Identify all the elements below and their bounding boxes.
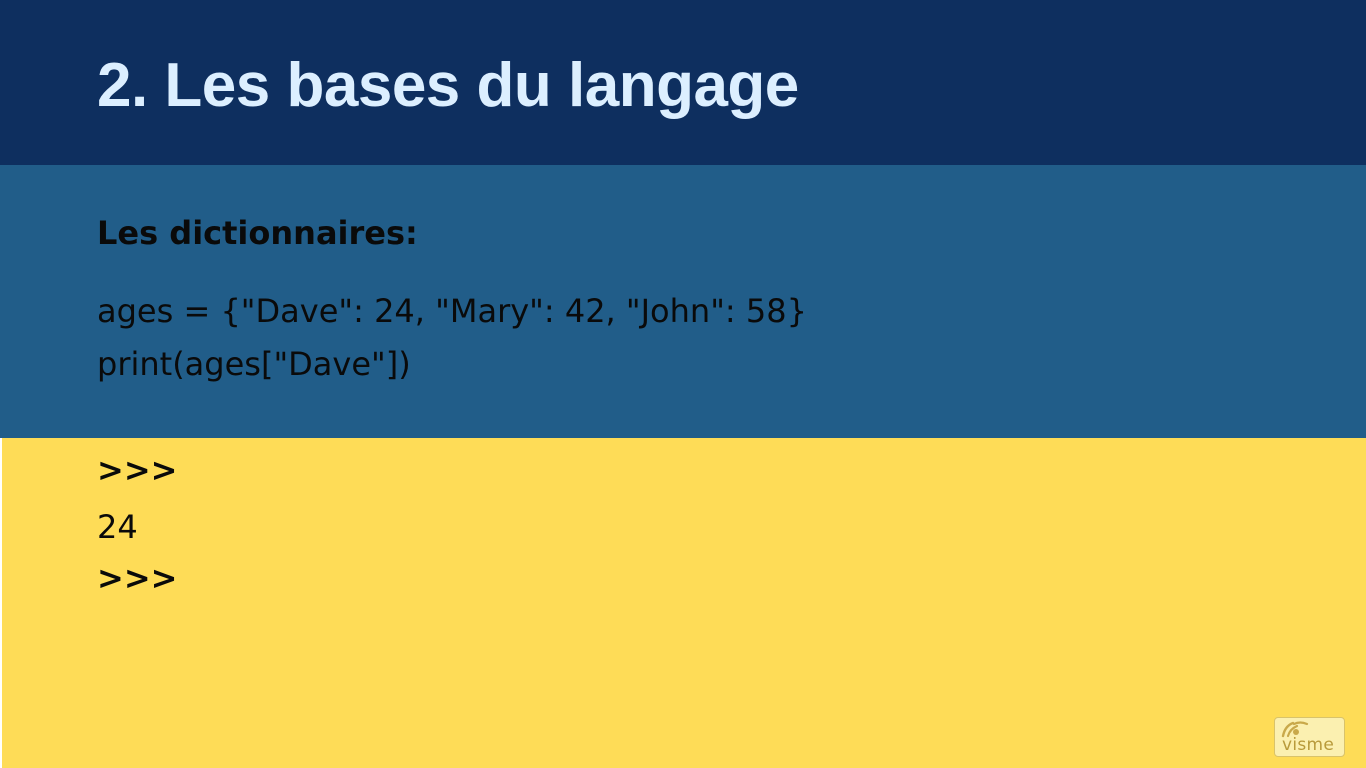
- code-line-print: print(ages["Dave"]): [97, 345, 411, 383]
- watermark-label: visme: [1282, 735, 1335, 755]
- output-result: 24: [97, 508, 138, 546]
- slide-title: 2. Les bases du langage: [97, 51, 799, 120]
- section-subtitle: Les dictionnaires:: [97, 214, 418, 252]
- output-prompt-1: >>>: [97, 451, 178, 489]
- output-prompt-2: >>>: [97, 559, 178, 597]
- visme-watermark[interactable]: visme: [1274, 717, 1345, 757]
- slide-header: 2. Les bases du langage: [0, 0, 1366, 165]
- code-line-dict: ages = {"Dave": 24, "Mary": 42, "John": …: [97, 292, 807, 330]
- output-section: [2, 438, 1366, 768]
